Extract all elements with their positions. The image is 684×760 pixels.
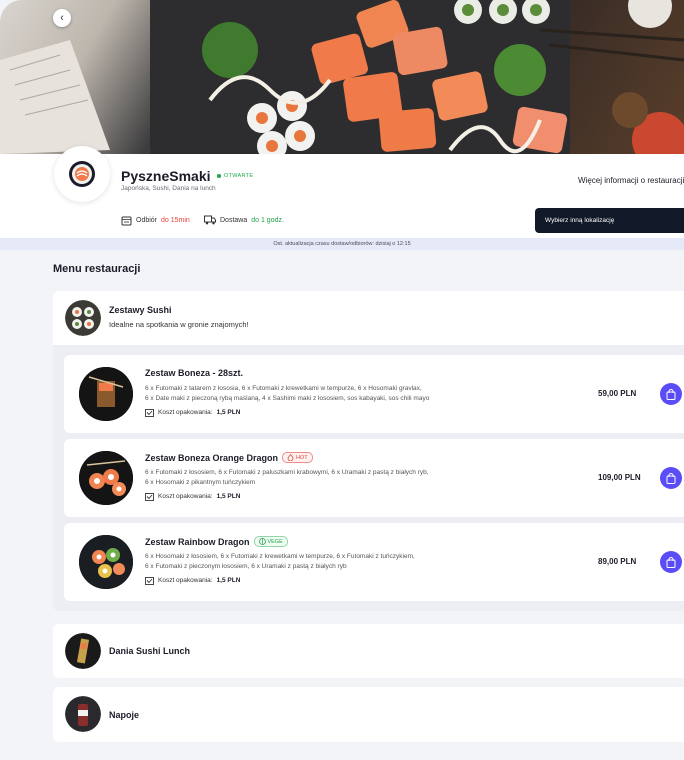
- cuisine-list: Japońska, Sushi, Dania na lunch: [121, 185, 216, 192]
- product-image: [79, 535, 133, 589]
- packaging-cost: Koszt opakowania: 1,5 PLN: [145, 408, 240, 417]
- category-thumbnail: [65, 300, 101, 336]
- product-price: 109,00 PLN: [598, 473, 641, 482]
- category-name: Napoje: [109, 710, 140, 720]
- product-description: 6 x Hosomaki z łososiem, 6 x Futomaki z …: [145, 553, 415, 570]
- truck-icon: [204, 215, 216, 225]
- add-to-cart-button[interactable]: [660, 551, 682, 573]
- packaging-cost: Koszt opakowania: 1,5 PLN: [145, 576, 240, 585]
- product-card[interactable]: Zestaw Rainbow Dragon VEGE 6 x Hosomaki …: [64, 523, 684, 601]
- hot-badge: HOT: [282, 452, 313, 463]
- product-name: Zestaw Rainbow Dragon VEGE: [145, 536, 288, 547]
- product-description: 6 x Futomaki z tatarem z łososia, 6 x Fu…: [145, 385, 430, 402]
- pickup-info: Odbiór do 15min: [121, 215, 190, 226]
- menu-title: Menu restauracji: [53, 263, 141, 275]
- add-to-cart-button[interactable]: [660, 383, 682, 405]
- sushi-photo: [0, 0, 684, 154]
- category-thumbnail: [65, 696, 101, 732]
- package-icon: [145, 409, 154, 417]
- vege-badge: VEGE: [253, 536, 288, 547]
- add-to-cart-button[interactable]: [660, 467, 682, 489]
- category-name: Dania Sushi Lunch: [109, 646, 191, 656]
- product-name: Zestaw Boneza - 28szt.: [145, 368, 244, 378]
- category-name: Zestawy Sushi: [109, 305, 172, 315]
- category-description: Idealne na spotkania w gronie znajomych!: [109, 320, 249, 329]
- status-badge: OTWARTE: [217, 173, 253, 179]
- delivery-info: Dostawa do 1 godz.: [204, 215, 284, 225]
- back-button[interactable]: ‹: [53, 9, 71, 27]
- package-icon: [145, 577, 154, 585]
- shopping-bag-icon: [666, 388, 676, 400]
- packaging-cost: Koszt opakowania: 1,5 PLN: [145, 492, 240, 501]
- category-sushi-lunch[interactable]: Dania Sushi Lunch: [53, 624, 684, 678]
- hero-image: ‹: [0, 0, 684, 154]
- product-image: [79, 451, 133, 505]
- product-card[interactable]: Zestaw Boneza Orange Dragon HOT 6 x Futo…: [64, 439, 684, 517]
- choose-location-button[interactable]: Wybierz inną lokalizację: [535, 208, 684, 233]
- product-description: 6 x Futomaki z łososiem, 6 x Futomaki z …: [145, 469, 429, 486]
- restaurant-logo: [54, 146, 110, 202]
- product-price: 59,00 PLN: [598, 389, 637, 398]
- category-sushi-sets[interactable]: Zestawy Sushi Idealne na spotkania w gro…: [53, 291, 684, 345]
- update-info-bar: Ost. aktualizacja czasu dostaw/odbiorów:…: [0, 238, 684, 250]
- package-icon: [145, 493, 154, 501]
- status-dot-icon: [217, 174, 221, 178]
- leaf-icon: [258, 538, 266, 545]
- bag-icon: [121, 216, 132, 226]
- more-info-link[interactable]: Więcej informacji o restauracji: [578, 176, 684, 185]
- flame-icon: [287, 454, 294, 461]
- category-drinks[interactable]: Napoje: [53, 687, 684, 742]
- category-thumbnail: [65, 633, 101, 669]
- chevron-left-icon: ‹: [60, 12, 64, 24]
- shopping-bag-icon: [666, 472, 676, 484]
- restaurant-header: PyszneSmaki OTWARTE Japońska, Sushi, Dan…: [0, 146, 684, 238]
- product-card[interactable]: Zestaw Boneza - 28szt. 6 x Futomaki z ta…: [64, 355, 684, 433]
- product-name: Zestaw Boneza Orange Dragon HOT: [145, 452, 313, 463]
- product-price: 89,00 PLN: [598, 557, 637, 566]
- restaurant-name: PyszneSmaki: [121, 168, 211, 184]
- shopping-bag-icon: [666, 556, 676, 568]
- product-image: [79, 367, 133, 421]
